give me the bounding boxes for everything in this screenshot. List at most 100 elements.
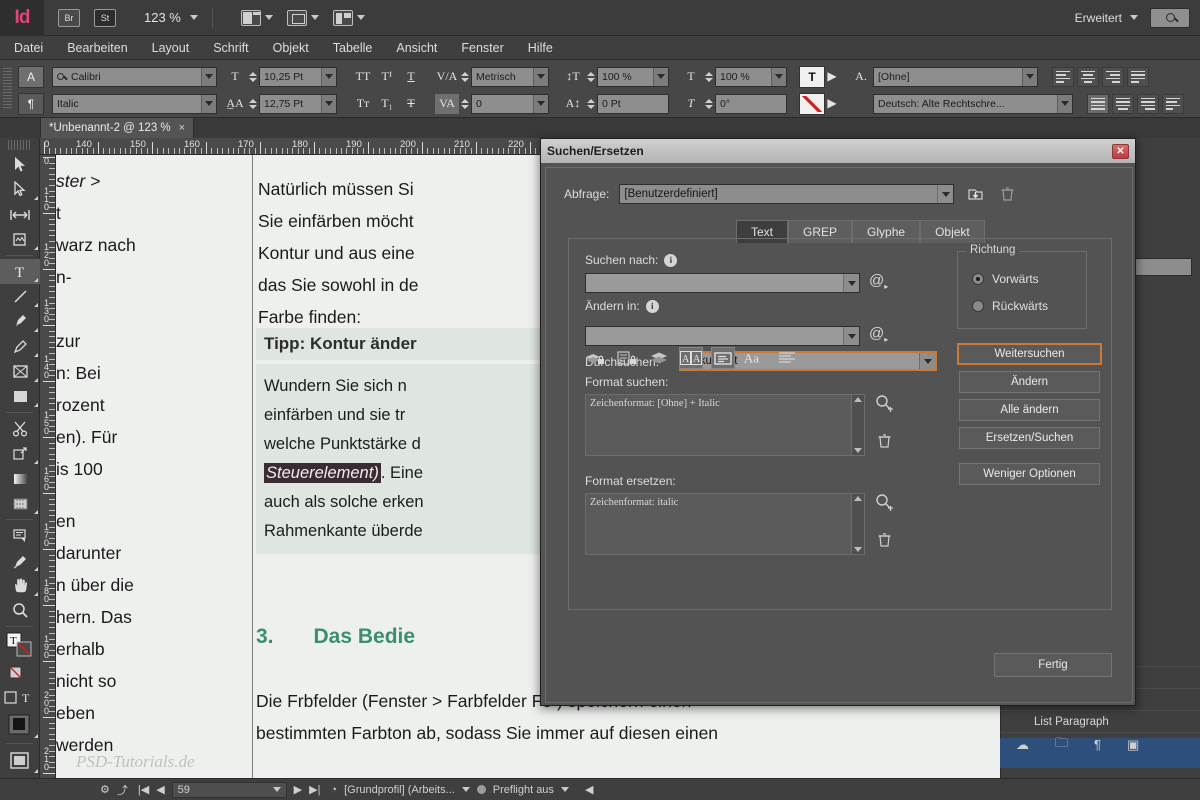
change-special-characters-icon[interactable]: @▸ [869,325,888,344]
radio-vorwaerts[interactable]: Vorwärts [972,272,1039,286]
format-find-listbox[interactable]: Zeichenformat: [Ohne] + Italic [585,394,865,456]
clear-format-change-icon[interactable] [873,530,895,550]
menu-layout[interactable]: Layout [152,41,190,55]
new-style-icon[interactable]: ▣ [1127,737,1139,753]
skew-stepper[interactable] [703,94,715,114]
character-style-field[interactable]: [Ohne] [873,66,1038,87]
character-formatting-button[interactable]: A [18,65,44,88]
screen-mode-toggle[interactable] [0,747,40,775]
button-fertig[interactable]: Fertig [994,653,1112,677]
note-tool[interactable] [0,523,40,548]
tracking-stepper[interactable] [459,94,471,114]
menu-fenster[interactable]: Fenster [461,41,503,55]
menu-schrift[interactable]: Schrift [213,41,248,55]
style-row-list-paragraph[interactable]: List Paragraph [1000,710,1200,732]
subscript-button[interactable]: T₁ [375,94,399,114]
tracking-field[interactable]: 0 [471,93,549,114]
preferences-icon[interactable]: ⚙ [100,783,110,796]
pencil-tool[interactable] [0,334,40,359]
page-number-field[interactable]: 59 [171,781,287,798]
lock-stories-icon[interactable] [615,347,639,369]
chevron-down-icon[interactable] [201,67,216,86]
superscript-button[interactable]: T¹ [375,67,399,87]
small-caps-button[interactable]: Tт [351,94,375,114]
vertical-scale-field[interactable]: 100 % [597,66,669,87]
formatting-affects-toggle[interactable]: T [0,685,40,710]
stroke-color-arrow-icon[interactable]: ▶ [825,94,839,114]
collapse-icon[interactable]: ◀ [585,783,593,796]
hand-tool[interactable] [0,573,40,598]
tools-panel-grip[interactable] [8,140,31,150]
chevron-down-icon[interactable] [1022,67,1037,86]
close-icon[interactable]: ✕ [1112,143,1129,159]
font-style-field[interactable]: Italic [52,93,217,114]
type-tool[interactable]: T [0,259,40,284]
align-left-button[interactable] [1052,66,1074,87]
eyedropper-tool[interactable] [0,548,40,573]
menu-objekt[interactable]: Objekt [273,41,309,55]
chevron-down-icon[interactable] [533,94,548,113]
find-special-characters-icon[interactable]: @▸ [869,272,888,291]
justify-button[interactable] [1127,66,1149,87]
chevron-down-icon[interactable] [771,67,786,86]
format-change-listbox[interactable]: Zeichenformat: italic [585,493,865,555]
language-field[interactable]: Deutsch: Alte Rechtschre... [873,93,1073,114]
frame-tool[interactable] [0,359,40,384]
skew-field[interactable]: 0° [715,93,787,114]
apply-none-button[interactable] [0,660,40,685]
clear-overrides-icon[interactable]: ¶ [1094,737,1101,752]
specify-format-change-icon[interactable] [873,492,895,512]
fill-stroke-swatches[interactable]: T [0,630,40,660]
panel-grip[interactable] [3,68,12,110]
cloud-icon[interactable]: ☁ [1016,737,1029,753]
case-sensitive-icon[interactable]: AA [679,347,703,369]
direct-selection-tool[interactable] [0,177,40,202]
rectangle-tool[interactable] [0,384,40,409]
horizontal-scale-field[interactable]: 100 % [715,66,787,87]
button-weniger-optionen[interactable]: Weniger Optionen [959,463,1100,485]
align-center-button[interactable] [1077,66,1099,87]
lock-layers-icon[interactable] [583,347,607,369]
button-aendern[interactable]: Ändern [959,371,1100,393]
info-icon[interactable]: i [664,253,678,267]
kashidas-icon[interactable] [775,347,799,369]
chevron-down-icon[interactable] [533,67,548,86]
trash-icon[interactable] [996,184,1018,204]
fill-color-arrow-icon[interactable]: ▶ [825,67,839,87]
paragraph-formatting-button[interactable]: ¶ [18,92,44,115]
case-toggle-icon[interactable]: Aa [743,347,767,369]
chevron-down-icon[interactable] [321,94,336,113]
workspace-switcher[interactable]: Erweitert [1075,11,1138,25]
arrange-documents-button[interactable] [332,9,365,26]
justify-center-button[interactable] [1112,93,1134,114]
menu-tabelle[interactable]: Tabelle [333,41,373,55]
radio-rueckwaerts[interactable]: Rückwärts [972,299,1048,313]
font-size-field[interactable]: 10,25 Pt [259,66,337,87]
document-tab[interactable]: *Unbenannt-2 @ 123 % × [40,118,195,138]
page-tool[interactable] [0,227,40,252]
justify-all-left-button[interactable] [1087,93,1109,114]
line-tool[interactable] [0,284,40,309]
align-away-spine-button[interactable] [1162,93,1184,114]
menu-hilfe[interactable]: Hilfe [528,41,553,55]
menu-datei[interactable]: Datei [14,41,43,55]
scissors-tool[interactable] [0,416,40,441]
kerning-stepper[interactable] [459,67,471,87]
scrollbar-vertical[interactable] [851,494,864,554]
baseline-shift-stepper[interactable] [585,94,597,114]
find-input[interactable] [585,273,860,293]
button-alle-aendern[interactable]: Alle ändern [959,399,1100,421]
chevron-down-icon[interactable] [1057,94,1072,113]
close-icon[interactable]: × [179,122,185,134]
previous-page-icon[interactable]: ◀ [156,783,164,796]
vertical-scale-stepper[interactable] [585,67,597,87]
selection-tool[interactable] [0,152,40,177]
first-page-icon[interactable]: |◀ [138,783,149,796]
search-input[interactable] [1150,7,1190,28]
scrollbar-vertical[interactable] [851,395,864,455]
stock-button[interactable]: St [94,8,116,27]
chevron-down-icon[interactable] [843,327,859,345]
leading-stepper[interactable] [247,94,259,114]
preflight-group[interactable]: ◔ [Grundprofil] (Arbeits... Preflight au… [330,784,569,796]
gradient-swatch-tool[interactable] [0,466,40,491]
